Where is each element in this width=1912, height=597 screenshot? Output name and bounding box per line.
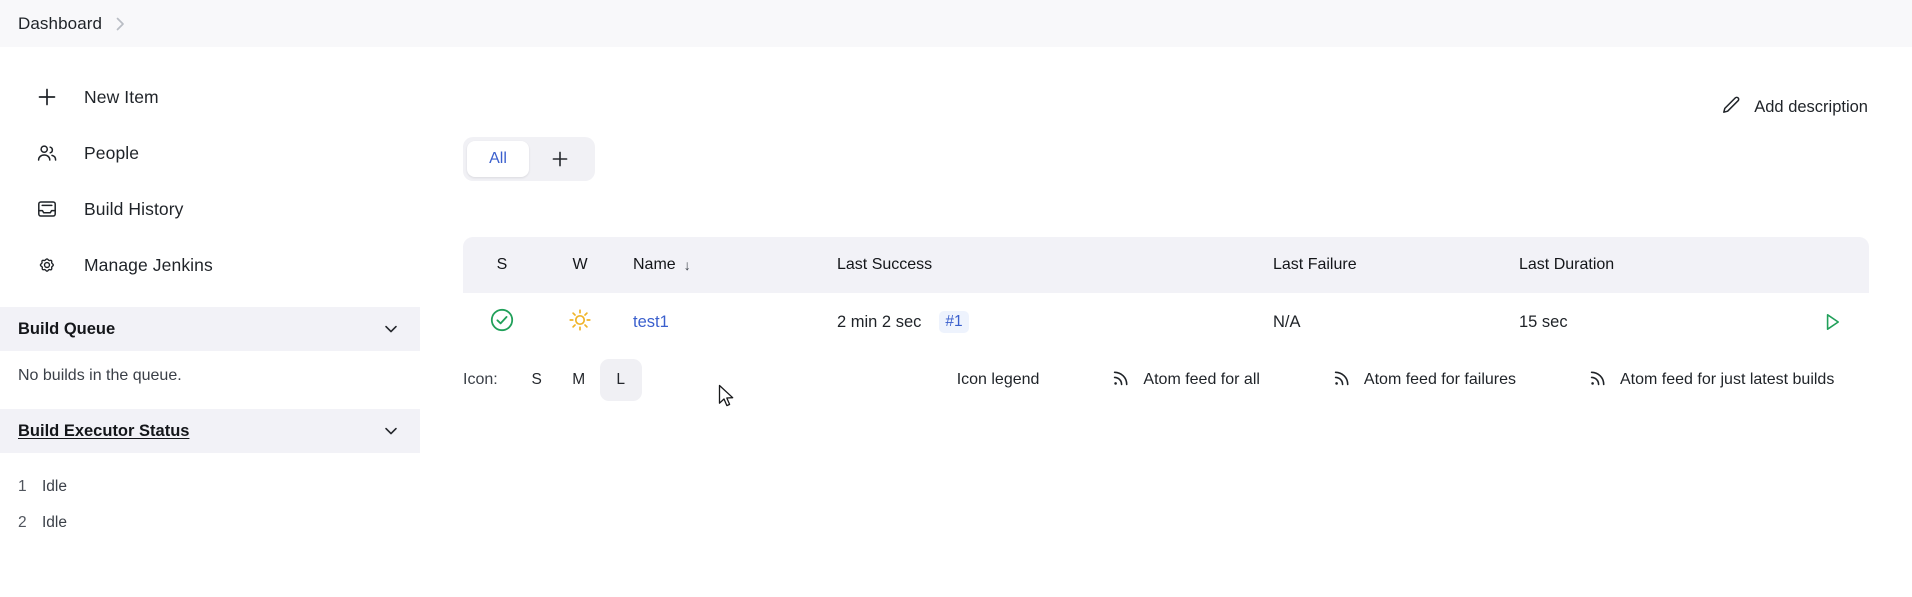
breadcrumb-chevron-icon	[116, 17, 125, 31]
build-queue-panel: Build Queue No builds in the queue.	[0, 307, 430, 395]
sidebar-item-new-item[interactable]: New Item	[0, 69, 430, 125]
icon-size-l-button[interactable]: L	[599, 359, 642, 401]
build-queue-header[interactable]: Build Queue	[0, 307, 420, 351]
footer-links: Icon legend Atom feed for all Atom feed …	[957, 368, 1834, 393]
main-content: Add description All S W Name ↓ Last Succ…	[430, 47, 1912, 597]
atom-feed-failures-link[interactable]: Atom feed for failures	[1332, 368, 1516, 393]
build-queue-body: No builds in the queue.	[0, 351, 430, 395]
job-link-test1[interactable]: test1	[633, 313, 669, 332]
atom-feed-failures-label: Atom feed for failures	[1363, 371, 1516, 388]
executor-number: 2	[18, 514, 27, 531]
job-last-duration-cell: 15 sec	[1519, 312, 1568, 331]
build-queue-empty-message: No builds in the queue.	[18, 367, 182, 384]
sunny-icon[interactable]	[567, 307, 593, 338]
jobs-table-footer: Icon: S M L Icon legend Atom feed for al…	[463, 357, 1869, 403]
jobs-table-header: S W Name ↓ Last Success Last Failure Las…	[463, 237, 1869, 293]
sidebar-item-label: People	[84, 142, 140, 163]
build-executor-status-body: 1 Idle 2 Idle	[0, 453, 430, 541]
executor-number: 1	[18, 478, 27, 495]
sidebar: New Item People Build History Manage Jen…	[0, 47, 430, 597]
last-success-build-link[interactable]: #1	[939, 311, 969, 333]
chevron-down-icon[interactable]	[382, 320, 400, 338]
rss-icon	[1332, 368, 1352, 393]
breadcrumb-bar: Dashboard	[0, 0, 1912, 47]
breadcrumb-item-dashboard[interactable]: Dashboard	[18, 14, 102, 34]
sidebar-item-label: Manage Jenkins	[84, 254, 213, 275]
sidebar-item-manage-jenkins[interactable]: Manage Jenkins	[0, 237, 430, 293]
sidebar-item-people[interactable]: People	[0, 125, 430, 181]
icon-legend-label: Icon legend	[956, 371, 1040, 388]
icon-size-s-button[interactable]: S	[516, 359, 558, 401]
job-status-cell	[463, 307, 541, 338]
jobs-table: S W Name ↓ Last Success Last Failure Las…	[463, 237, 1869, 351]
executor-state: Idle	[42, 514, 67, 531]
executor-row[interactable]: 1 Idle	[18, 469, 430, 505]
atom-feed-all-label: Atom feed for all	[1143, 371, 1260, 388]
job-last-success-cell: 2 min 2 sec #1	[823, 311, 1259, 333]
build-queue-title: Build Queue	[18, 319, 116, 338]
job-last-failure-cell: N/A	[1273, 312, 1301, 331]
inbox-icon	[34, 196, 60, 222]
icon-legend-link[interactable]: Icon legend	[957, 371, 1040, 389]
chevron-down-icon[interactable]	[382, 422, 400, 440]
sidebar-item-build-history[interactable]: Build History	[0, 181, 430, 237]
gear-icon	[34, 252, 60, 278]
build-executor-status-panel: Build Executor Status 1 Idle 2 Idle	[0, 409, 430, 541]
add-description-button[interactable]: Add description	[1721, 95, 1868, 120]
build-executor-status-title: Build Executor Status	[18, 421, 190, 440]
column-header-name-label: Name	[633, 256, 676, 273]
sidebar-item-label: New Item	[84, 86, 159, 107]
build-executor-status-header[interactable]: Build Executor Status	[0, 409, 420, 453]
people-icon	[34, 140, 60, 166]
job-name-cell: test1	[619, 313, 823, 332]
tab-label: All	[489, 150, 507, 167]
icon-size-selector: Icon: S M L	[463, 359, 642, 401]
sidebar-item-label: Build History	[84, 198, 184, 219]
column-header-last-failure[interactable]: Last Failure	[1259, 256, 1505, 274]
column-header-name[interactable]: Name ↓	[619, 256, 823, 274]
sort-descending-icon: ↓	[683, 257, 691, 273]
column-header-status[interactable]: S	[463, 256, 541, 274]
job-weather-cell	[541, 307, 619, 338]
tab-all[interactable]: All	[467, 141, 529, 177]
sidebar-nav: New Item People Build History Manage Jen…	[0, 47, 430, 293]
play-icon[interactable]	[1820, 310, 1844, 334]
add-description-label: Add description	[1754, 98, 1868, 116]
column-header-last-duration[interactable]: Last Duration	[1505, 256, 1795, 274]
plus-icon	[552, 151, 568, 167]
job-actions-cell	[1795, 310, 1869, 334]
rss-icon	[1111, 368, 1131, 393]
pencil-icon	[1721, 95, 1741, 120]
executor-row[interactable]: 2 Idle	[18, 505, 430, 541]
table-row: test1 2 min 2 sec #1 N/A 15 sec	[463, 293, 1869, 351]
executor-state: Idle	[42, 478, 67, 495]
rss-icon	[1588, 368, 1608, 393]
add-view-button[interactable]	[529, 141, 591, 177]
atom-feed-all-link[interactable]: Atom feed for all	[1111, 368, 1260, 393]
atom-feed-latest-builds-link[interactable]: Atom feed for just latest builds	[1588, 368, 1834, 393]
column-header-last-success[interactable]: Last Success	[823, 256, 1259, 274]
atom-feed-latest-builds-label: Atom feed for just latest builds	[1620, 371, 1835, 388]
column-header-weather[interactable]: W	[541, 256, 619, 274]
icon-size-label: Icon:	[463, 371, 498, 388]
last-success-time: 2 min 2 sec	[837, 312, 922, 331]
icon-size-m-button[interactable]: M	[558, 359, 600, 401]
success-check-icon[interactable]	[489, 307, 515, 338]
plus-icon	[34, 84, 60, 110]
view-tab-bar: All	[463, 137, 595, 181]
